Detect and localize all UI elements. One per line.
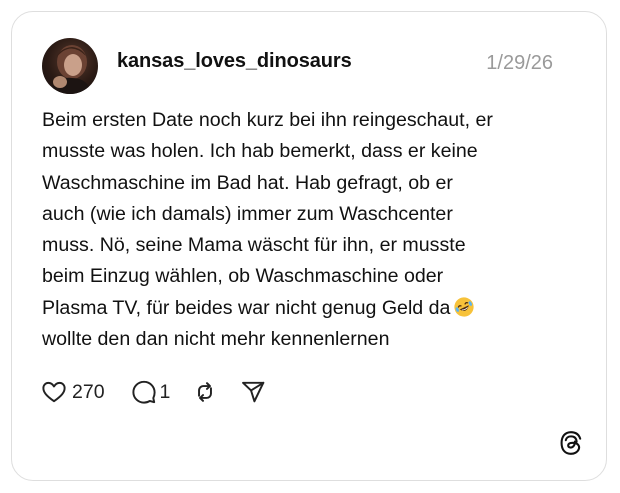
heart-icon	[42, 381, 66, 403]
send-icon	[242, 381, 265, 403]
avatar[interactable]	[42, 38, 98, 94]
like-count: 270	[72, 380, 105, 403]
post-text-line: Waschmaschine im Bad hat. Hab gefragt, o…	[42, 171, 453, 194]
post-card: kansas_loves_dinosaurs 1/29/26 Beim erst…	[11, 11, 607, 481]
repost-icon	[198, 382, 213, 402]
speech-bubble-icon	[131, 380, 156, 404]
post-text-line: muss. Nö, seine Mama wäscht für ihn, er …	[42, 234, 466, 257]
reply-count: 1	[159, 380, 171, 403]
share-button[interactable]	[240, 379, 266, 405]
post-date: 1/29/26	[486, 52, 553, 74]
rolling-on-the-floor-laughing-emoji-icon	[454, 297, 475, 317]
post-actions: 270 1	[41, 377, 266, 407]
post-text: Beim ersten Date noch kurz bei ihn reing…	[42, 105, 572, 355]
post-text-line: Beim ersten Date noch kurz bei ihn reing…	[42, 109, 493, 131]
threads-logo-icon[interactable]	[558, 430, 584, 456]
post-text-line-with-emoji: Plasma TV, für beides war nicht genug Ge…	[42, 293, 572, 324]
repost-button[interactable]	[192, 379, 218, 405]
post-text-line: auch (wie ich damals) immer zum Waschcen…	[42, 202, 453, 225]
like-button[interactable]: 270	[41, 379, 105, 405]
post-text-line: beim Einzug wählen, ob Waschmaschine ode…	[42, 265, 444, 288]
post-text-line: Plasma TV, für beides war nicht genug Ge…	[42, 296, 451, 319]
username[interactable]: kansas_loves_dinosaurs	[117, 50, 352, 73]
post-text-line: wollte den dan nicht mehr kennenlernen	[42, 328, 390, 351]
reply-button[interactable]: 1	[131, 379, 171, 405]
post-text-line: musste was holen. Ich hab bemerkt, dass …	[42, 140, 478, 163]
